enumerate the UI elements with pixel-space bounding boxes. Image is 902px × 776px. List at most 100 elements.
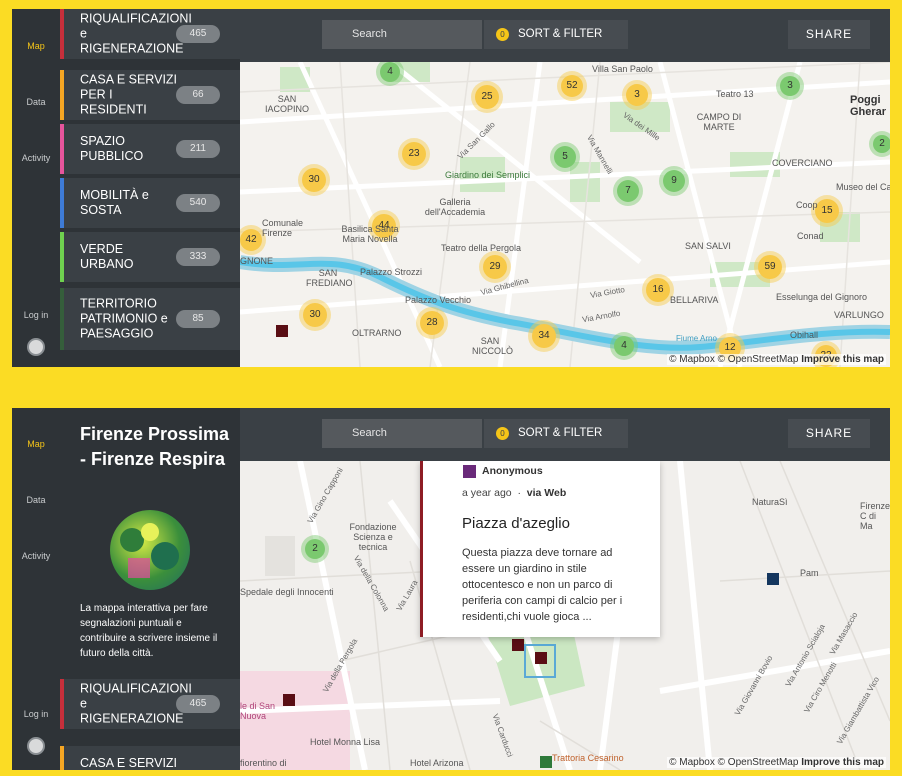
map-marker[interactable] [276,325,288,337]
sort-filter-label: SORT & FILTER [518,427,603,439]
map-cluster[interactable]: 7 [617,180,639,202]
map-cluster[interactable]: 16 [646,278,670,302]
category-item[interactable]: TERRITORIO PATRIMONIO e PAESAGGIO 85 [60,288,240,350]
map-cluster[interactable]: 30 [302,168,326,192]
category-label: CASA E SERVIZI [80,756,178,770]
place-label: Conad [797,231,824,241]
map-cluster[interactable]: 29 [483,255,507,279]
sort-filter-label: SORT & FILTER [518,28,603,40]
mapbox-credit[interactable]: © Mapbox [669,757,715,768]
report-popup[interactable]: Anonymous a year ago · via Web Piazza d'… [420,461,660,637]
map-base [240,62,890,367]
improve-map-link[interactable]: Improve this map [801,757,884,768]
project-image-art [120,523,179,578]
osm-credit[interactable]: © OpenStreetMap [718,757,799,768]
map-cluster[interactable]: 5 [554,146,576,168]
sort-filter-button[interactable]: 0 SORT & FILTER [484,20,628,49]
category-label: TERRITORIO PATRIMONIO e PAESAGGIO [80,296,168,341]
category-item[interactable]: SPAZIO PUBBLICO 211 [60,124,240,174]
category-item[interactable]: VERDE URBANO 333 [60,232,240,282]
category-count: 465 [176,25,220,43]
nav-rail: Map Data Activity Log in [12,408,60,770]
map-cluster[interactable]: 9 [663,170,685,192]
map-cluster[interactable]: 23 [402,142,426,166]
map-cluster[interactable]: 4 [380,62,400,82]
place-label: Poggi Gherar [850,94,887,118]
map-cluster[interactable]: 2 [305,539,325,559]
place-label: Hotel Monna Lisa [310,737,381,747]
category-item[interactable]: CASA E SERVIZI [60,746,240,770]
place-label: NaturaSì [752,497,788,507]
place-label: Teatro della Pergola [441,243,522,253]
category-label: RIQUALIFICAZIONI e RIGENERAZIONE [80,11,192,56]
map-cluster[interactable]: 30 [303,303,327,327]
place-label: Coop [796,200,818,210]
place-label: Teatro 13 [716,89,754,99]
map-view[interactable]: 4 52 3 3 25 2 23 5 30 7 9 15 44 42 29 59… [240,62,890,367]
nav-activity[interactable]: Activity [12,551,60,561]
improve-map-link[interactable]: Improve this map [801,354,884,365]
share-button[interactable]: SHARE [788,419,870,448]
map-cluster[interactable]: 25 [475,85,499,109]
category-label: SPAZIO PUBBLICO [80,134,144,163]
search-input[interactable]: Search [322,20,482,49]
map-marker[interactable] [512,639,524,651]
place-label: SAN FREDIANO [306,268,353,288]
map-marker[interactable] [540,756,552,768]
map-cluster[interactable]: 4 [614,336,634,356]
place-label: Museo del Ca [836,182,890,192]
map-attribution: © Mapbox © OpenStreetMap Improve this ma… [667,354,886,365]
mapbox-credit[interactable]: © Mapbox [669,354,715,365]
login-link[interactable]: Log in [12,709,60,719]
nav-map[interactable]: Map [12,41,60,51]
nav-map[interactable]: Map [12,439,60,449]
nav-activity[interactable]: Activity [12,153,60,163]
map-cluster[interactable]: 3 [780,76,800,96]
map-marker[interactable] [767,573,779,585]
place-label: Villa San Paolo [592,64,653,74]
place-label: CAMPO DI MARTE [696,112,742,132]
map-cluster[interactable]: 28 [420,311,444,335]
map-attribution: © Mapbox © OpenStreetMap Improve this ma… [667,757,886,768]
nav-data[interactable]: Data [12,495,60,505]
category-item[interactable]: RIQUALIFICAZIONI e RIGENERAZIONE 465 [60,9,240,59]
category-item[interactable]: CASA E SERVIZI PER I RESIDENTI 66 [60,70,240,120]
map-cluster[interactable]: 52 [561,75,583,97]
project-image [110,510,190,590]
bottom-panel: Map Data Activity Log in Firenze Prossim… [12,408,890,770]
map-cluster[interactable]: 15 [815,199,839,223]
login-link[interactable]: Log in [12,310,60,320]
app-logo [27,737,45,755]
place-label: Obihall [790,330,819,340]
selected-marker-highlight[interactable] [524,644,556,678]
category-count: 465 [176,695,220,713]
place-label: fiorentino di [240,758,287,768]
place-label: COVERCIANO [772,158,833,168]
popup-body: Questa piazza deve tornare ad essere un … [462,547,623,623]
map-cluster[interactable]: 2 [873,135,890,153]
map-cluster[interactable]: 59 [758,255,782,279]
place-label: Hotel Arizona [410,758,464,768]
place-label: Comunale Firenze [262,218,304,238]
map-marker[interactable] [283,694,295,706]
map-view[interactable]: 2 Anonymous a year ago · via Web Piazza … [240,461,890,770]
popup-user[interactable]: Anonymous [482,465,543,477]
popup-title[interactable]: Piazza d'azeglio [462,515,570,532]
category-label: MOBILITÀ e SOSTA [80,188,149,217]
avatar [463,465,476,478]
place-label: Fondazione Scienza e tecnica [349,522,397,552]
map-cluster[interactable]: 42 [240,229,262,251]
category-count: 211 [176,140,220,158]
search-input[interactable]: Search [322,419,482,448]
popup-source: via Web [526,487,567,499]
map-cluster[interactable]: 34 [532,324,556,348]
share-button[interactable]: SHARE [788,20,870,49]
nav-data[interactable]: Data [12,97,60,107]
app-logo [27,338,45,356]
category-item[interactable]: RIQUALIFICAZIONI e RIGENERAZIONE 465 [60,679,240,729]
category-item[interactable]: MOBILITÀ e SOSTA 540 [60,178,240,228]
sort-filter-button[interactable]: 0 SORT & FILTER [484,419,628,448]
map-cluster[interactable]: 3 [626,84,648,106]
place-label: Palazzo Strozzi [360,267,423,277]
osm-credit[interactable]: © OpenStreetMap [718,354,799,365]
